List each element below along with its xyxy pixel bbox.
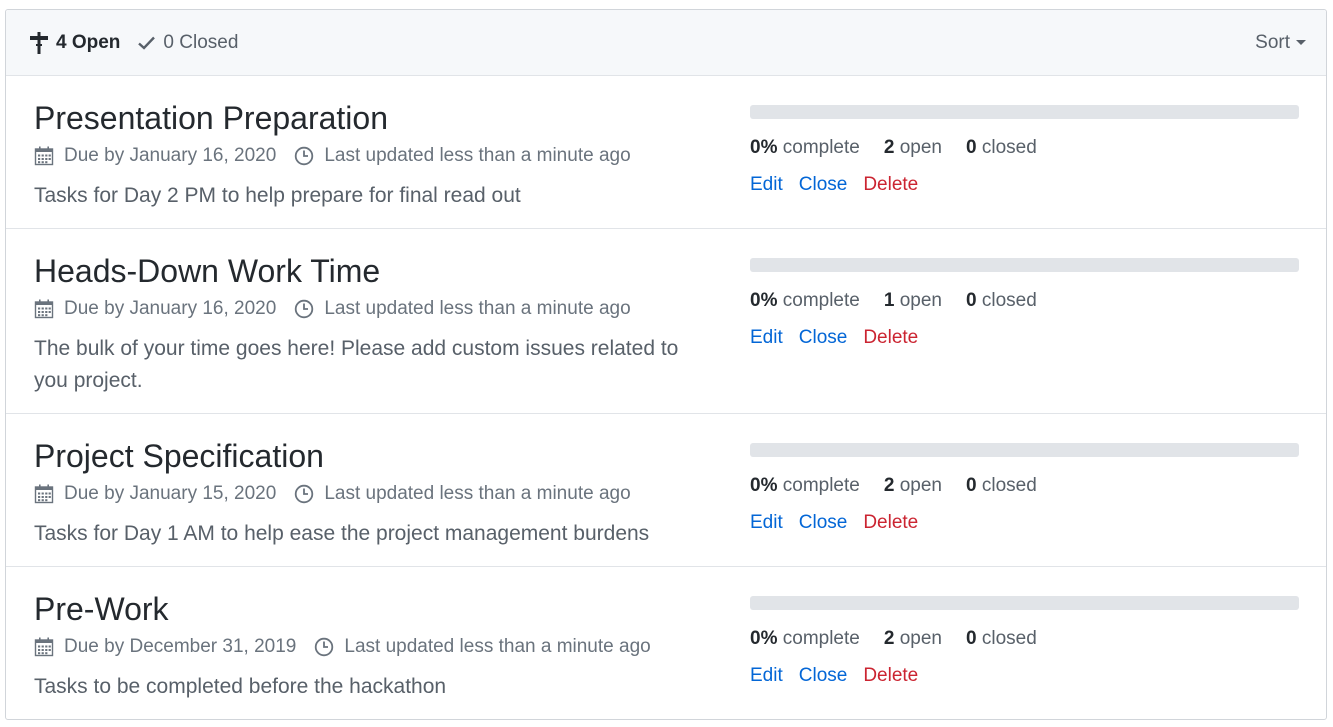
close-link[interactable]: Close (799, 174, 848, 196)
delete-link[interactable]: Delete (863, 665, 918, 687)
milestone-row: Heads-Down Work Time Due by January 16, … (6, 229, 1326, 414)
due-date: Due by January 16, 2020 (64, 145, 277, 166)
open-count[interactable]: 2 open (884, 137, 942, 159)
calendar-icon (34, 299, 54, 319)
percent-complete: 0% complete (750, 475, 860, 496)
due-date: Due by December 31, 2019 (64, 636, 297, 657)
check-icon (138, 36, 156, 50)
calendar-icon (34, 637, 54, 657)
progress-bar (750, 596, 1299, 610)
closed-filter-label: 0 Closed (163, 31, 239, 53)
clock-icon (315, 637, 334, 657)
close-link[interactable]: Close (799, 327, 848, 349)
sort-label: Sort (1255, 31, 1290, 53)
milestone-title[interactable]: Pre-Work (34, 589, 722, 629)
percent-complete: 0% complete (750, 628, 860, 649)
due-date: Due by January 16, 2020 (64, 298, 277, 319)
due-date: Due by January 15, 2020 (64, 483, 277, 504)
milestone-description: The bulk of your time goes here! Please … (34, 337, 679, 392)
clock-icon (295, 299, 314, 319)
clock-icon (295, 484, 314, 504)
milestone-title[interactable]: Project Specification (34, 436, 722, 476)
edit-link[interactable]: Edit (750, 665, 783, 687)
milestone-description: Tasks to be completed before the hackath… (34, 675, 447, 698)
milestone-description: Tasks for Day 1 AM to help ease the proj… (34, 522, 650, 545)
milestones-header: 4 Open 0 Closed Sort (6, 10, 1326, 76)
milestone-row: Project Specification Due by January 15,… (6, 414, 1326, 567)
closed-count[interactable]: 0 closed (966, 290, 1037, 312)
milestone-title[interactable]: Heads-Down Work Time (34, 251, 722, 291)
open-filter[interactable]: 4 Open (30, 31, 121, 54)
percent-complete: 0% complete (750, 290, 860, 311)
open-filter-label: 4 Open (56, 31, 121, 53)
edit-link[interactable]: Edit (750, 512, 783, 534)
milestones-box: 4 Open 0 Closed Sort Presentation Prepar… (5, 9, 1327, 720)
closed-count[interactable]: 0 closed (966, 628, 1037, 650)
delete-link[interactable]: Delete (863, 327, 918, 349)
progress-bar (750, 105, 1299, 119)
open-count[interactable]: 2 open (884, 628, 942, 650)
close-link[interactable]: Close (799, 665, 848, 687)
edit-link[interactable]: Edit (750, 327, 783, 349)
close-link[interactable]: Close (799, 512, 848, 534)
closed-count[interactable]: 0 closed (966, 137, 1037, 159)
closed-count[interactable]: 0 closed (966, 475, 1037, 497)
milestone-description: Tasks for Day 2 PM to help prepare for f… (34, 184, 521, 207)
open-count[interactable]: 2 open (884, 475, 942, 497)
calendar-icon (34, 146, 54, 166)
closed-filter[interactable]: 0 Closed (138, 32, 238, 54)
milestone-row: Pre-Work Due by December 31, 2019 Last u… (6, 567, 1326, 719)
milestone-row: Presentation Preparation Due by January … (6, 76, 1326, 229)
clock-icon (295, 146, 314, 166)
open-count[interactable]: 1 open (884, 290, 942, 312)
edit-link[interactable]: Edit (750, 174, 783, 196)
milestone-title[interactable]: Presentation Preparation (34, 98, 722, 138)
calendar-icon (34, 484, 54, 504)
chevron-down-icon (1296, 40, 1306, 45)
delete-link[interactable]: Delete (863, 174, 918, 196)
sort-dropdown[interactable]: Sort (1255, 32, 1306, 54)
last-updated: Last updated less than a minute ago (324, 298, 631, 319)
progress-bar (750, 258, 1299, 272)
delete-link[interactable]: Delete (863, 512, 918, 534)
milestone-icon (30, 31, 48, 54)
progress-bar (750, 443, 1299, 457)
last-updated: Last updated less than a minute ago (324, 483, 631, 504)
last-updated: Last updated less than a minute ago (324, 145, 631, 166)
last-updated: Last updated less than a minute ago (344, 636, 651, 657)
percent-complete: 0% complete (750, 137, 860, 158)
